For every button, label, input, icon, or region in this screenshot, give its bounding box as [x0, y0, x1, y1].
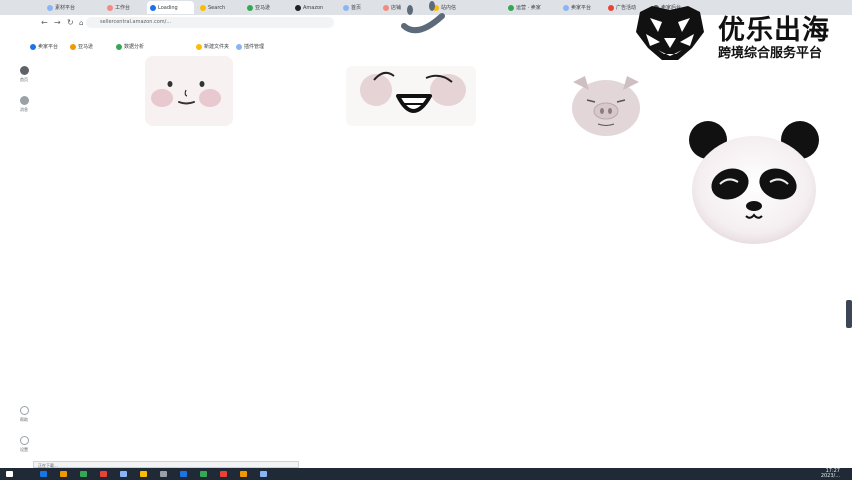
tab-label: 首页 [351, 5, 362, 11]
bookmark-label: 插件管理 [244, 44, 265, 50]
bookmark-favicon-icon [196, 43, 202, 50]
panda-face-sticker [689, 121, 819, 244]
brand-subtitle: 跨境综合服务平台 [718, 46, 823, 61]
sidebar-bottom-icon [19, 436, 29, 445]
browser-tab[interactable]: 首页 [340, 1, 377, 14]
taskbar-app-icon[interactable] [120, 471, 127, 477]
browser-tab[interactable]: 卖家平台 [560, 1, 602, 14]
bookmark-favicon-icon [236, 43, 242, 50]
browser-tab[interactable]: 运营 · 卖家 [505, 1, 557, 14]
taskbar-app-icon[interactable] [40, 471, 47, 477]
tab-label: 工作台 [115, 5, 131, 11]
sidebar-bottom-label: 设置 [20, 447, 28, 452]
back-arrow-icon[interactable]: ← [41, 18, 48, 28]
browser-tab[interactable]: Amazon [292, 1, 337, 14]
address-bar[interactable]: sellercentral.amazon.com/... [86, 17, 334, 28]
bookmark-item[interactable]: 卖家平台 [30, 43, 58, 50]
tab-label: Loading [158, 4, 178, 11]
bookmark-item[interactable]: 数据分析 [116, 43, 144, 50]
tab-favicon-icon [383, 4, 389, 11]
sidebar-bottom-item[interactable]: 帮助 [16, 406, 32, 423]
taskbar-app-icon[interactable] [180, 471, 187, 477]
download-popup[interactable]: 正在下载... [33, 461, 299, 468]
browser-tab[interactable]: Search [197, 1, 241, 14]
tab-favicon-icon [563, 4, 569, 11]
taskbar-app-icon[interactable] [260, 471, 267, 477]
taskbar-app-icon[interactable] [60, 471, 67, 477]
sidebar-item-icon [19, 66, 29, 75]
bookmark-item[interactable]: 新建文件夹 [196, 43, 229, 50]
blush-face-sticker [145, 56, 233, 126]
tab-favicon-icon [107, 4, 113, 11]
forward-arrow-icon[interactable]: → [54, 18, 61, 28]
bookmark-item[interactable]: 亚马逊 [70, 43, 93, 50]
tab-label: 运营 · 卖家 [516, 5, 541, 11]
reload-icon[interactable]: ↻ [67, 18, 74, 28]
bookmark-item[interactable]: 插件管理 [236, 43, 264, 50]
bookmark-label: 卖家平台 [38, 44, 59, 50]
taskbar-app-icon[interactable] [100, 471, 107, 477]
browser-tab[interactable]: 素材平台 [44, 1, 101, 14]
bookmark-favicon-icon [116, 43, 122, 50]
tab-favicon-icon [200, 4, 206, 11]
sidebar-item-label: 消息 [20, 107, 28, 112]
sidebar-bottom-icon [19, 406, 29, 415]
sidebar-item[interactable]: 首页 [16, 66, 32, 83]
tab-label: 卖家平台 [571, 5, 592, 11]
sidebar-item-label: 首页 [20, 77, 28, 82]
taskbar-app-icon[interactable] [240, 471, 247, 477]
tab-label: 素材平台 [55, 5, 76, 11]
tab-favicon-icon [247, 4, 253, 11]
taskbar-app-icon[interactable] [80, 471, 87, 477]
taskbar-app-icon[interactable] [140, 471, 147, 477]
sidebar-item[interactable]: 消息 [16, 96, 32, 113]
bookmark-label: 数据分析 [124, 44, 145, 50]
sidebar-item-icon [19, 96, 29, 105]
bookmark-label: 新建文件夹 [204, 44, 230, 50]
grin-face-sticker [346, 66, 476, 126]
address-url: sellercentral.amazon.com/... [100, 19, 172, 25]
wink-face-sticker [401, 1, 445, 34]
home-icon[interactable]: ⌂ [79, 18, 83, 28]
tab-label: 亚马逊 [255, 5, 271, 11]
os-taskbar: 17:27 2023/... [0, 468, 852, 480]
page-scrollbar-thumb[interactable] [846, 300, 852, 328]
sidebar-bottom-label: 帮助 [20, 417, 28, 422]
taskbar-app-icon[interactable] [160, 471, 167, 477]
taskbar-app-icon[interactable] [220, 471, 227, 477]
tab-favicon-icon [608, 4, 614, 11]
tab-favicon-icon [508, 4, 514, 11]
taskbar-clock[interactable]: 17:27 2023/... [821, 469, 840, 479]
taskbar-app-icon[interactable] [200, 471, 207, 477]
bookmark-favicon-icon [70, 43, 76, 50]
browser-tab[interactable]: 亚马逊 [244, 1, 289, 14]
tab-label: Amazon [303, 4, 324, 11]
tab-favicon-icon [47, 4, 53, 11]
brand-lion-logo-icon [636, 6, 704, 60]
windows-start-icon[interactable] [6, 471, 13, 477]
tab-label: Search [208, 4, 226, 11]
tab-favicon-icon [343, 4, 349, 11]
tab-favicon-icon [295, 4, 301, 11]
taskbar-date: 2023/... [820, 473, 840, 479]
pig-face-sticker [572, 76, 640, 136]
tab-favicon-icon [150, 4, 156, 11]
left-sidebar: 首页 消息 帮助 设置 [12, 60, 36, 460]
bookmark-favicon-icon [30, 43, 36, 50]
bookmark-label: 亚马逊 [78, 44, 94, 50]
browser-tab[interactable]: 工作台 [104, 1, 144, 14]
sidebar-bottom-item[interactable]: 设置 [16, 436, 32, 453]
browser-tab[interactable]: Loading [147, 1, 194, 14]
